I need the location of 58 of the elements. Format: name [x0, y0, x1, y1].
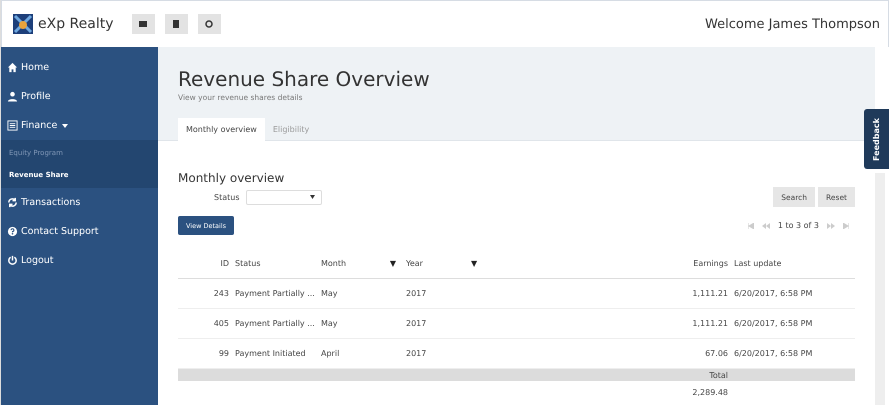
table-cell: 99 — [218, 349, 229, 358]
column-header[interactable]: Last update — [734, 259, 782, 268]
nav-item[interactable]: Finance — [1, 111, 158, 140]
column-header[interactable]: ID — [220, 259, 229, 268]
column-header[interactable]: Year — [406, 259, 423, 268]
total-value: 2,289.48 — [692, 388, 728, 396]
brand-name: eXp Realty — [38, 16, 114, 32]
table-cell: 6/20/2017, 6:58 PM — [734, 319, 812, 328]
section-title: Monthly overview — [178, 171, 286, 185]
table-cell: 1,111.21 — [692, 319, 728, 328]
logo-icon — [12, 13, 34, 35]
table-cell: 6/20/2017, 6:58 PM — [734, 349, 812, 358]
page-info: 1 to 3 of 3 — [778, 221, 819, 230]
next-page-icon[interactable] — [827, 222, 835, 228]
table-cell: 243 — [214, 289, 229, 298]
table-cell: 67.06 — [705, 349, 728, 358]
table-cell: Payment Initiated — [235, 349, 306, 358]
edit-button[interactable] — [198, 14, 220, 34]
previous-page-icon[interactable] — [762, 222, 770, 228]
home-icon — [7, 62, 18, 73]
list-icon — [7, 120, 18, 131]
table-cell: Payment Partially ... — [235, 319, 315, 328]
help-icon — [7, 226, 18, 237]
column-header[interactable]: Month — [321, 259, 346, 268]
table-cell: May — [321, 319, 338, 328]
status-label: Status — [214, 192, 240, 202]
filter-icon[interactable]: ▼ — [390, 259, 396, 268]
dropdown-caret-icon — [310, 195, 314, 199]
nav-item[interactable]: Logout — [1, 246, 158, 275]
table-cell: 2017 — [406, 289, 426, 298]
table-cell: 2017 — [406, 319, 426, 328]
welcome-text: Welcome James Thompson — [705, 16, 880, 32]
filter-icon[interactable]: ▼ — [470, 259, 478, 268]
refresh-icon — [7, 197, 18, 208]
table-cell: April — [321, 349, 340, 358]
status-dropdown[interactable] — [246, 190, 322, 204]
table-cell: 6/20/2017, 6:58 PM — [734, 289, 812, 298]
table-cell: May — [321, 289, 338, 298]
column-header[interactable]: Earnings — [693, 259, 728, 268]
total-label: Total — [709, 370, 728, 380]
document-button[interactable] — [164, 14, 188, 34]
nav-item[interactable]: Profile — [1, 82, 158, 111]
mail-button[interactable] — [132, 14, 154, 34]
tab[interactable]: Monthly overview — [178, 118, 265, 141]
page-title: Revenue Share Overview — [178, 67, 431, 91]
nav-item[interactable]: Contact Support — [1, 217, 158, 246]
table-cell: Payment Partially ... — [235, 289, 315, 298]
nav-item[interactable]: Transactions — [1, 188, 158, 217]
first-page-icon[interactable] — [748, 222, 754, 228]
power-icon — [7, 255, 18, 266]
table-cell: 1,111.21 — [692, 289, 728, 298]
last-page-icon[interactable] — [843, 222, 849, 228]
nav-item[interactable]: Home — [1, 53, 158, 82]
table-cell: 2017 — [406, 349, 426, 358]
column-header[interactable]: Status — [235, 259, 260, 268]
table-cell: 405 — [214, 319, 229, 328]
feedback-tab[interactable]: Feedback — [864, 109, 889, 169]
user-icon — [7, 91, 18, 102]
